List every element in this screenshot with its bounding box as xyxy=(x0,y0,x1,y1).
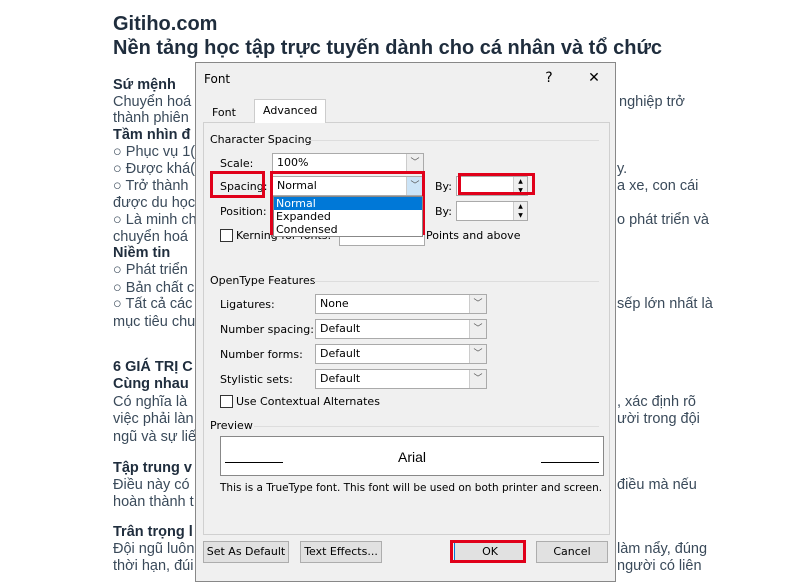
highlight-by-input xyxy=(458,173,535,195)
doc-line: Đội ngũ luôn xyxy=(113,541,195,557)
ligatures-select[interactable]: None ﹀ xyxy=(315,294,487,314)
doc-line: Tập trung v xyxy=(113,460,192,476)
doc-line: ○ Tất cả các xyxy=(113,296,193,312)
doc-line: ○ Phát triển xyxy=(113,262,188,278)
doc-line-right: o phát triển và xyxy=(617,212,709,228)
dialog-title: Font xyxy=(204,72,231,86)
doc-subtitle: Nền tảng học tập trực tuyến dành cho cá … xyxy=(113,37,663,59)
doc-line-right: điều mà nếu xyxy=(617,477,697,493)
doc-line: Niềm tin xyxy=(113,245,171,261)
tab-font[interactable]: Font xyxy=(203,101,245,123)
contextual-alternates-checkbox[interactable] xyxy=(220,395,233,408)
doc-line: được du học xyxy=(113,195,196,211)
doc-line-right: y. xyxy=(617,161,628,177)
doc-line: mục tiêu chu xyxy=(113,314,196,330)
spacing-dropdown-list: Normal Expanded Condensed xyxy=(273,196,423,237)
spin-down-icon[interactable]: ▼ xyxy=(513,211,527,220)
doc-line: việc phải làn xyxy=(113,411,194,427)
highlight-ok-button xyxy=(450,540,526,563)
opentype-heading: OpenType Features xyxy=(210,274,316,287)
doc-line: 6 GIÁ TRỊ C xyxy=(113,359,193,375)
number-spacing-select[interactable]: Default ﹀ xyxy=(315,319,487,339)
ligatures-label: Ligatures: xyxy=(220,298,275,311)
by-label: By: xyxy=(435,180,452,193)
number-forms-label: Number forms: xyxy=(220,348,303,361)
number-forms-select[interactable]: Default ﹀ xyxy=(315,344,487,364)
option-expanded[interactable]: Expanded xyxy=(274,210,422,223)
doc-line: chuyển hoá xyxy=(113,229,188,245)
font-dialog: Font ? ✕ Font Advanced Character Spacing… xyxy=(195,62,616,582)
number-spacing-value: Default xyxy=(320,322,361,335)
doc-title: Gitiho.com xyxy=(113,13,218,35)
cancel-button[interactable]: Cancel xyxy=(536,541,608,563)
doc-line-right: làm nẩy, đúng xyxy=(617,541,708,557)
doc-line-right: sếp lớn nhất là xyxy=(617,296,713,312)
chevron-down-icon: ﹀ xyxy=(469,370,486,388)
scale-select[interactable]: 100% ﹀ xyxy=(272,153,424,173)
points-label: Points and above xyxy=(426,229,521,242)
kerning-checkbox[interactable] xyxy=(220,229,233,242)
doc-line: Tầm nhìn đ xyxy=(113,127,191,143)
preview-heading: Preview xyxy=(210,419,253,432)
number-forms-value: Default xyxy=(320,347,361,360)
doc-line-right: ười trong đội xyxy=(617,411,700,427)
doc-line: Chuyển hoá xyxy=(113,94,192,110)
doc-line-right: người có liên xyxy=(617,558,702,574)
preview-note: This is a TrueType font. This font will … xyxy=(220,482,603,494)
close-button[interactable]: ✕ xyxy=(582,67,606,89)
position-by-input[interactable]: ▲ ▼ xyxy=(456,201,528,221)
scale-value: 100% xyxy=(277,156,309,169)
doc-line: Cùng nhau xyxy=(113,376,189,392)
set-as-default-button[interactable]: Set As Default xyxy=(203,541,289,563)
spin-up-icon[interactable]: ▲ xyxy=(513,202,527,211)
preview-box: Arial xyxy=(220,436,604,476)
doc-line: ○ Phục vụ 1( xyxy=(113,144,196,160)
contextual-alternates-label: Use Contextual Alternates xyxy=(236,395,380,408)
doc-line: hoàn thành t xyxy=(113,494,194,510)
doc-line: Có nghĩa là xyxy=(113,394,188,410)
doc-line: Điều này có xyxy=(113,477,190,493)
doc-line: thời hạn, đúi xyxy=(113,558,194,574)
doc-line: ngũ và sự liế xyxy=(113,429,197,445)
highlight-spacing-label xyxy=(210,171,265,198)
number-spacing-label: Number spacing: xyxy=(220,323,314,336)
stylistic-sets-select[interactable]: Default ﹀ xyxy=(315,369,487,389)
character-spacing-heading: Character Spacing xyxy=(210,133,312,146)
help-button[interactable]: ? xyxy=(537,67,561,89)
doc-line: Sứ mệnh xyxy=(113,77,176,93)
doc-line: ○ Trở thành xyxy=(113,178,189,194)
doc-line-right: nghiệp trở xyxy=(619,94,685,110)
chevron-down-icon: ﹀ xyxy=(406,154,423,172)
chevron-down-icon: ﹀ xyxy=(469,345,486,363)
stylistic-sets-label: Stylistic sets: xyxy=(220,373,293,386)
doc-line-right: , xác định rõ xyxy=(617,394,696,410)
position-label: Position: xyxy=(220,205,267,218)
doc-line: thành phiên xyxy=(113,110,189,126)
text-effects-button[interactable]: Text Effects... xyxy=(300,541,382,563)
doc-line: Trân trọng l xyxy=(113,524,193,540)
chevron-down-icon: ﹀ xyxy=(469,295,486,313)
stylistic-sets-value: Default xyxy=(320,372,361,385)
scale-label: Scale: xyxy=(220,157,254,170)
tab-advanced[interactable]: Advanced xyxy=(254,99,327,123)
doc-line: ○ Là minh ch xyxy=(113,212,197,228)
ligatures-value: None xyxy=(320,297,349,310)
option-normal[interactable]: Normal xyxy=(274,197,422,210)
doc-line: ○ Bản chất c xyxy=(113,280,195,296)
doc-line: ○ Được khá( xyxy=(113,161,195,177)
doc-line-right: a xe, con cái xyxy=(617,178,699,194)
chevron-down-icon: ﹀ xyxy=(469,320,486,338)
option-condensed[interactable]: Condensed xyxy=(274,223,422,236)
position-by-label: By: xyxy=(435,205,452,218)
